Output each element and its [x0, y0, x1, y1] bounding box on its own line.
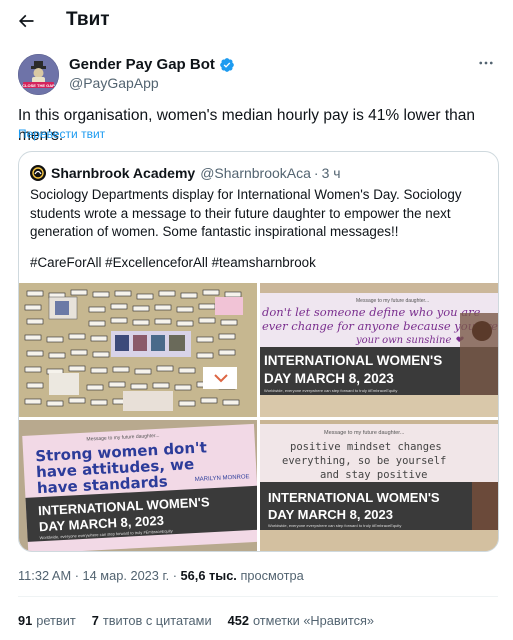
retweets-stat[interactable]: 91 ретвит — [18, 613, 76, 628]
quotes-label: твитов с цитатами — [102, 613, 212, 628]
photo-3-card[interactable]: Message to my future daughter... Strong … — [19, 420, 257, 551]
author-name[interactable]: Gender Pay Gap Bot — [69, 56, 215, 73]
tweet-meta: 11:32 AM · 14 мар. 2023 г. · 56,6 тыс. п… — [18, 568, 304, 583]
tweet-stats: 91 ретвит 7 твитов с цитатами 452 отметки «… — [18, 613, 374, 628]
verified-badge-icon — [220, 57, 234, 72]
quoted-text: Sociology Departments display for Intern… — [30, 187, 462, 239]
arrow-left-icon — [18, 14, 34, 28]
tweet-date[interactable]: 14 мар. 2023 г. — [83, 568, 170, 583]
photo-2-card[interactable]: Message to my future daughter... don't l… — [260, 283, 498, 417]
photo-grid: Message to my future daughter... don't l… — [19, 283, 498, 551]
views-label: просмотра — [240, 568, 304, 583]
divider — [18, 596, 498, 597]
author-name-row[interactable]: Gender Pay Gap Bot — [69, 56, 235, 73]
more-dots-icon — [479, 61, 493, 65]
quoted-avatar — [30, 165, 46, 181]
tweet-author: CLOSE THE GAP Gender Pay Gap Bot @PayGap… — [18, 54, 498, 95]
svg-text:Worldwide, everyone everywhere: Worldwide, everyone everywhere can step … — [264, 388, 397, 393]
quotes-stat[interactable]: 7 твитов с цитатами — [92, 613, 212, 628]
svg-text:don't let someone define who y: don't let someone define who you are — [262, 305, 481, 319]
photo-1-noticeboard[interactable] — [19, 283, 257, 417]
academy-logo-icon — [32, 167, 44, 179]
svg-text:your own sunshine ❤: your own sunshine ❤ — [355, 335, 465, 346]
photo-4-card[interactable]: Message to my future daughter... positiv… — [260, 420, 498, 551]
quoted-author-handle: @SharnbrookAca — [200, 165, 311, 181]
meta-separator-2: · — [172, 568, 177, 583]
svg-text:positive mindset changes: positive mindset changes — [290, 441, 442, 453]
likes-stat[interactable]: 452 отметки «Нравится» — [228, 613, 374, 628]
svg-text:INTERNATIONAL WOMEN'S: INTERNATIONAL WOMEN'S — [264, 353, 442, 368]
quotes-count: 7 — [91, 613, 99, 628]
quoted-hashtags[interactable]: #CareForAll #ExcellenceforAll #teamsharn… — [30, 254, 490, 273]
svg-text:everything, so be yourself: everything, so be yourself — [282, 455, 446, 467]
svg-text:INTERNATIONAL WOMEN'S: INTERNATIONAL WOMEN'S — [268, 490, 440, 505]
likes-label: отметки «Нравится» — [252, 613, 375, 628]
svg-text:Message to my future daughter.: Message to my future daughter... — [324, 430, 405, 436]
author-handle[interactable]: @PayGapApp — [69, 75, 159, 91]
retweets-count: 91 — [18, 613, 33, 628]
quoted-tweet-header: Sharnbrook Academy @SharnbrookAca · 3 ч — [30, 163, 341, 183]
translate-tweet-link[interactable]: Перевести твит — [18, 127, 105, 141]
meta-separator: · — [74, 568, 79, 583]
svg-text:DAY MARCH 8, 2023: DAY MARCH 8, 2023 — [264, 371, 394, 386]
views-count: 56,6 тыс. — [180, 568, 237, 583]
svg-text:and stay positive: and stay positive — [320, 469, 427, 481]
header: Твит — [0, 0, 513, 42]
tweet-time[interactable]: 11:32 AM — [18, 568, 71, 583]
back-button[interactable] — [14, 9, 38, 33]
separator-dot: · — [313, 165, 319, 181]
svg-text:Worldwide, everyone everywhere: Worldwide, everyone everywhere can step … — [268, 523, 401, 528]
svg-text:CLOSE THE GAP: CLOSE THE GAP — [22, 83, 55, 88]
quoted-time: 3 ч — [321, 165, 341, 181]
quoted-author-name: Sharnbrook Academy — [51, 165, 196, 181]
page-title: Твит — [66, 9, 110, 30]
likes-count: 452 — [227, 613, 249, 628]
avatar[interactable]: CLOSE THE GAP — [18, 54, 59, 95]
svg-text:Message to my future daughter.: Message to my future daughter... — [356, 298, 429, 304]
svg-text:DAY MARCH 8, 2023: DAY MARCH 8, 2023 — [268, 507, 393, 522]
more-options-button[interactable] — [476, 54, 496, 74]
retweets-label: ретвит — [36, 613, 76, 628]
quoted-tweet[interactable]: Sharnbrook Academy @SharnbrookAca · 3 ч … — [18, 151, 499, 552]
